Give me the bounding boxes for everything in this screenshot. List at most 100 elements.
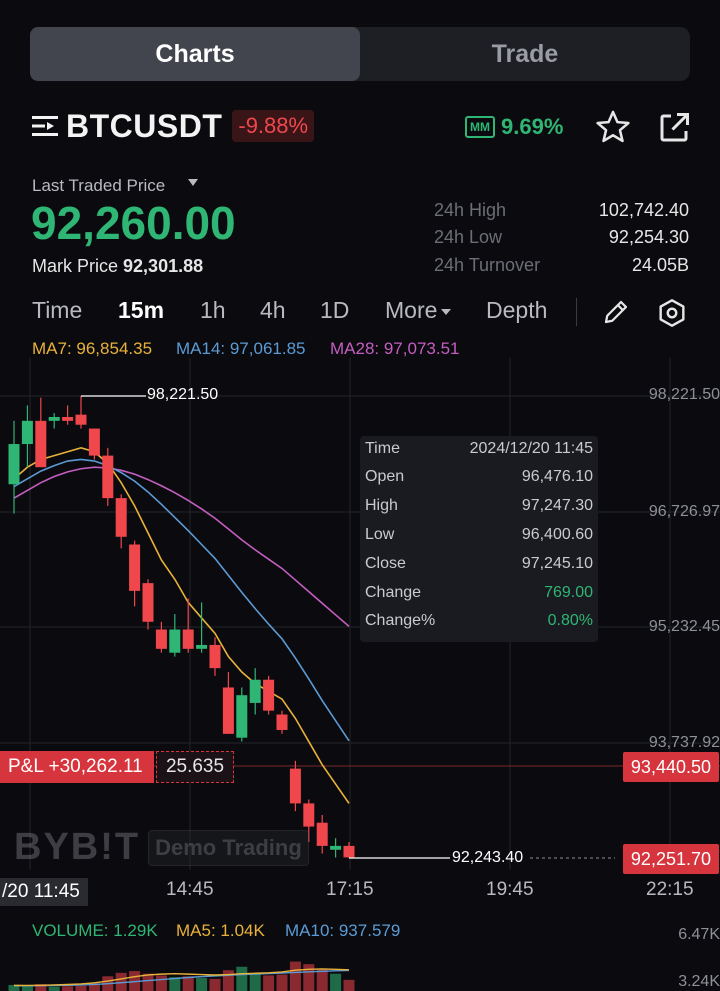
timeframe-4h[interactable]: 4h <box>260 297 286 324</box>
tooltip-value: 97,245.10 <box>521 555 593 572</box>
mark-price-label: Mark Price <box>32 256 119 276</box>
ma14-legend: MA14: 97,061.85 <box>176 339 306 358</box>
volume-bar <box>155 975 167 991</box>
candle-body <box>62 416 74 421</box>
tab-trade[interactable]: Trade <box>360 27 690 81</box>
stat-24h-low-value: 92,254.30 <box>608 227 689 247</box>
volume-bar <box>249 973 261 991</box>
tooltip-value: 96,476.10 <box>521 468 593 485</box>
ma14-line <box>13 458 350 742</box>
candle-body <box>330 845 342 850</box>
low-marker-label: 92,243.40 <box>452 849 524 866</box>
tooltip-key: Change% <box>365 612 436 629</box>
candle-body <box>249 679 261 703</box>
mm-rate[interactable]: MM 9.69% <box>465 114 563 140</box>
tooltip-key: Close <box>365 555 406 572</box>
demo-trading-badge: Demo Trading <box>148 829 309 866</box>
y-axis-label: 95,232.45 <box>648 618 720 635</box>
brand-watermark: BYB!T <box>14 826 141 868</box>
watermark: BYB!T Demo Trading <box>14 826 309 869</box>
candle-body <box>129 544 141 591</box>
toolbar-divider <box>576 298 577 326</box>
chevron-down-icon[interactable] <box>188 179 198 186</box>
stat-24h-turnover-value: 24.05B <box>631 255 689 275</box>
last-price-label[interactable]: Last Traded Price <box>32 176 165 196</box>
stat-24h-low-label: 24h Low <box>434 227 503 247</box>
tooltip-row-change: Change 769.00 <box>365 584 593 604</box>
candle-body <box>343 845 355 858</box>
candle-body <box>196 644 208 649</box>
tab-charts[interactable]: Charts <box>30 27 360 81</box>
timeframe-15m[interactable]: 15m <box>118 297 164 324</box>
candle-body <box>222 687 234 734</box>
volume-bar <box>196 978 208 991</box>
volume-bar <box>222 970 234 991</box>
tooltip-key: Time <box>365 440 400 457</box>
volume-bar <box>289 961 301 991</box>
ma28-legend: MA28: 97,073.51 <box>330 339 460 358</box>
tooltip-row-high: High 97,247.30 <box>365 497 593 517</box>
x-axis-label: 19:45 <box>486 879 534 900</box>
view-segment: Charts Trade <box>30 27 690 81</box>
candle-body <box>142 583 154 622</box>
candle-body <box>21 420 33 445</box>
volume-ma5-legend: MA5: 1.04K <box>176 921 265 940</box>
candle-body <box>75 414 87 425</box>
tooltip-key: Low <box>365 526 395 543</box>
favorite-star-icon[interactable] <box>594 108 632 146</box>
candle-body <box>263 679 275 711</box>
candle-tooltip: Time 2024/12/20 11:45 Open 96,476.10 High 9… <box>360 436 598 642</box>
timeframe-1h[interactable]: 1h <box>200 297 226 324</box>
volume-bar <box>263 975 275 991</box>
depth-tab[interactable]: Depth <box>486 297 547 324</box>
candle-body <box>169 629 181 653</box>
y-axis-label: 93,737.92 <box>648 734 720 751</box>
tooltip-key: High <box>365 497 398 514</box>
stat-24h-high-label: 24h High <box>434 200 507 220</box>
tooltip-value: 2024/12/20 11:45 <box>469 440 593 457</box>
candle-body <box>88 428 100 456</box>
x-axis-label: 14:45 <box>166 879 214 900</box>
candle-body <box>303 803 315 827</box>
mm-badge: MM <box>465 116 495 138</box>
settings-hexagon-icon[interactable] <box>656 297 688 329</box>
symbol-name: BTCUSDT <box>66 107 223 144</box>
timeframe-time[interactable]: Time <box>32 297 82 324</box>
crosshair-time-label: /20 11:45 <box>0 878 88 906</box>
candle-body <box>316 822 328 846</box>
candle-body <box>35 420 47 468</box>
tooltip-key: Change <box>365 584 422 601</box>
ma28-line <box>13 466 350 628</box>
pnl-label[interactable]: P&L +30,262.11 <box>0 751 154 783</box>
volume-bar <box>276 974 288 991</box>
tooltip-row-low: Low 96,400.60 <box>365 526 593 546</box>
caret-down-icon <box>441 308 452 315</box>
volume-bar <box>142 973 154 991</box>
symbol-header[interactable]: BTCUSDT -9.88% <box>32 106 315 146</box>
volume-bar <box>343 979 355 991</box>
timeframe-1d[interactable]: 1D <box>320 297 349 324</box>
timeframe-more[interactable]: More <box>385 297 452 324</box>
menu-list-icon <box>32 116 58 136</box>
tooltip-value: 96,400.60 <box>521 526 593 543</box>
position-qty[interactable]: 25.635 <box>156 751 234 783</box>
ma7-legend: MA7: 96,854.35 <box>32 339 153 358</box>
candle-body <box>276 714 288 730</box>
candle-body <box>155 629 167 649</box>
y-axis-label: 96,726.97 <box>648 503 720 520</box>
open-external-icon[interactable] <box>656 110 692 146</box>
volume-bar <box>209 978 221 991</box>
pencil-icon[interactable] <box>601 297 631 327</box>
candle-body <box>209 644 221 669</box>
tooltip-row-change-pct: Change% 0.80% <box>365 612 593 632</box>
volume-y-label: 3.24K <box>678 973 720 990</box>
volume-ma10-legend: MA10: 937.579 <box>285 921 401 940</box>
tooltip-row-time: Time 2024/12/20 11:45 <box>365 440 593 460</box>
mark-price-value: 92,301.88 <box>123 256 204 276</box>
x-axis-label: 22:15 <box>646 879 694 900</box>
mm-value: 9.69% <box>501 114 564 139</box>
volume-bar <box>330 973 342 991</box>
candle-body <box>289 768 301 804</box>
tooltip-value: 0.80% <box>547 612 593 629</box>
tooltip-value: 769.00 <box>544 584 593 601</box>
